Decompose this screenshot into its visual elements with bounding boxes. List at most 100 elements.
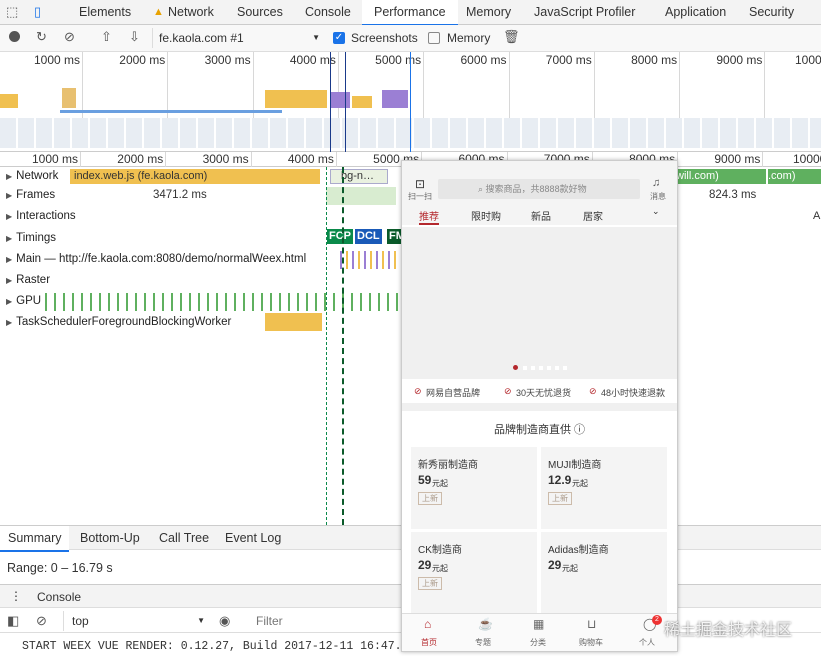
home-icon[interactable]: ⌂ (424, 617, 431, 631)
tab-elements[interactable]: Elements (79, 0, 131, 24)
chevron-down-icon[interactable]: ⌄ (652, 206, 660, 217)
time-tick-label: 4000 ms (287, 152, 334, 166)
brand-card[interactable]: CK制造商 29 元起 上新 (411, 532, 537, 614)
device-toggle-icon[interactable]: ▯ (34, 5, 41, 19)
tab-event-log[interactable]: Event Log (225, 526, 281, 550)
scan-label: 扫一扫 (408, 192, 432, 201)
bell-icon[interactable]: ♫ (652, 177, 660, 189)
warning-icon: ▲ (153, 6, 164, 18)
tab-call-tree[interactable]: Call Tree (159, 526, 209, 550)
brand-name: CK制造商 (418, 545, 462, 556)
time-tick-label: 9000 ms (714, 152, 761, 166)
brand-name: MUJI制造商 (548, 460, 602, 471)
reload-icon[interactable]: ↻ (36, 30, 47, 44)
nav-home-label[interactable]: 首页 (421, 637, 437, 648)
cat-tab-new[interactable]: 新品 (531, 208, 551, 223)
banner-carousel[interactable] (402, 227, 677, 379)
clear-console-icon[interactable]: ⊘ (36, 614, 47, 628)
screenshots-checkbox[interactable]: ✓ (333, 32, 345, 44)
notification-badge: 2 (652, 615, 662, 625)
network-request-bar[interactable]: .com) (768, 169, 821, 184)
check-icon: ⊘ (589, 386, 597, 396)
brand-name: Adidas制造商 (548, 545, 609, 556)
brand-card[interactable]: MUJI制造商 12.9 元起 上新 (541, 447, 667, 529)
brand-tag: 上新 (418, 577, 442, 590)
time-tick-label: 9000 ms (716, 53, 763, 67)
performance-toolbar: ↻ ⊘ ⇧ ⇩ fe.kaola.com #1 ▼ ✓ Screenshots … (0, 25, 821, 52)
tab-performance[interactable]: Performance (362, 0, 458, 26)
tab-sources[interactable]: Sources (237, 0, 283, 24)
brand-card[interactable]: 新秀丽制造商 59 元起 上新 (411, 447, 537, 529)
cat-tab-recommend[interactable]: 推荐 (419, 208, 439, 225)
nav-cart-label[interactable]: 购物车 (579, 637, 603, 648)
selection-marker (330, 52, 331, 152)
brand-section-title[interactable]: 品牌制造商直供 ⓘ (402, 421, 677, 437)
network-request-bar[interactable]: bg-n… (330, 169, 388, 184)
tab-summary[interactable]: Summary (0, 526, 70, 552)
dcl-marker[interactable]: DCL (355, 229, 382, 244)
brand-price-unit: 元起 (432, 564, 448, 573)
cat-tab-flash[interactable]: 限时购 (471, 208, 501, 223)
nav-user-label[interactable]: 个人 (639, 637, 655, 648)
timeline-overview[interactable]: 1000 ms 2000 ms 3000 ms 4000 ms 5000 ms 6000 … (0, 52, 821, 152)
network-request-bar[interactable]: index.web.js (fe.kaola.com) (70, 169, 320, 184)
tab-application[interactable]: Application (665, 0, 726, 24)
upload-icon[interactable]: ⇧ (101, 30, 112, 44)
tab-security[interactable]: Security (749, 0, 794, 24)
time-tick-label: 5000 ms (375, 53, 422, 67)
chevron-down-icon: ▼ (197, 616, 205, 625)
time-tick-label: 6000 ms (460, 53, 507, 67)
worker-label: ▶ TaskSchedulerForegroundBlockingWorker (6, 316, 232, 328)
memory-checkbox[interactable] (428, 32, 440, 44)
time-tick-label: 4000 ms (289, 53, 336, 67)
nav-topic-label[interactable]: 专题 (475, 637, 491, 648)
eye-icon[interactable]: ◉ (219, 614, 230, 628)
console-log-line: START WEEX VUE RENDER: 0.12.27, Build 20… (22, 640, 402, 653)
time-tick-label: 10000 ms (792, 152, 821, 166)
fcp-marker[interactable]: FCP (327, 229, 353, 244)
tab-javascript-profiler[interactable]: JavaScript Profiler (534, 0, 635, 24)
tab-network[interactable]: Network (168, 0, 214, 24)
brand-price: 12.9 (548, 473, 572, 487)
guarantee-label: 网易自营品牌 (426, 388, 481, 398)
cart-icon[interactable]: ⊔ (587, 617, 596, 631)
raster-label: ▶ Raster (6, 274, 51, 286)
profile-select[interactable]: fe.kaola.com #1 ▼ (152, 28, 322, 48)
download-icon[interactable]: ⇩ (129, 30, 140, 44)
guarantee-label: 30天无忧退货 (516, 388, 572, 398)
main-label: ▶ Main — http://fe.kaola.com:8080/demo/no… (6, 253, 307, 265)
brand-price-unit: 元起 (432, 479, 448, 488)
drawer-menu-icon[interactable]: ⋮ (10, 589, 22, 603)
category-icon[interactable]: ▦ (533, 617, 544, 631)
tab-bottom-up[interactable]: Bottom-Up (80, 526, 140, 550)
time-tick-label: 3000 ms (202, 152, 249, 166)
sidebar-toggle-icon[interactable]: ◧ (7, 614, 19, 628)
nav-category-label[interactable]: 分类 (530, 637, 546, 648)
brand-card[interactable]: Adidas制造商 29 元起 (541, 532, 667, 614)
scan-icon[interactable]: ⊡ (415, 177, 425, 191)
network-request-bar[interactable]: will.com) (676, 169, 766, 184)
topic-icon[interactable]: ☕ (478, 617, 493, 631)
search-input[interactable]: ⌕ 搜索商品，共8888款好物 (438, 179, 640, 199)
chevron-down-icon: ▼ (312, 33, 320, 42)
context-select[interactable]: top ▼ (63, 611, 205, 631)
tab-drawer-console[interactable]: Console (37, 590, 81, 604)
frame-duration: 3471.2 ms (153, 189, 207, 201)
brand-price: 29 (548, 558, 562, 572)
clear-icon[interactable]: ⊘ (64, 30, 75, 44)
tab-console[interactable]: Console (305, 0, 351, 24)
time-tick-label: 3000 ms (204, 53, 251, 67)
screenshots-label: Screenshots (351, 31, 418, 45)
check-icon: ⊘ (414, 386, 422, 396)
console-filter-input[interactable] (250, 612, 400, 630)
cat-tab-home[interactable]: 居家 (583, 208, 603, 223)
trash-icon[interactable]: 🗑 (503, 30, 520, 44)
check-icon: ⊘ (504, 386, 512, 396)
time-tick-label: 2000 ms (117, 152, 164, 166)
inspect-icon[interactable]: ⬚ (6, 5, 18, 19)
bottom-nav: ⌂ 首页 ☕ 专题 ▦ 分类 ⊔ 购物车 ◯ 个人 2 (402, 613, 677, 651)
record-icon[interactable] (9, 31, 20, 42)
tab-memory[interactable]: Memory (466, 0, 511, 24)
network-label: ▶ Network (6, 170, 59, 182)
timings-label: ▶ Timings (6, 232, 56, 244)
